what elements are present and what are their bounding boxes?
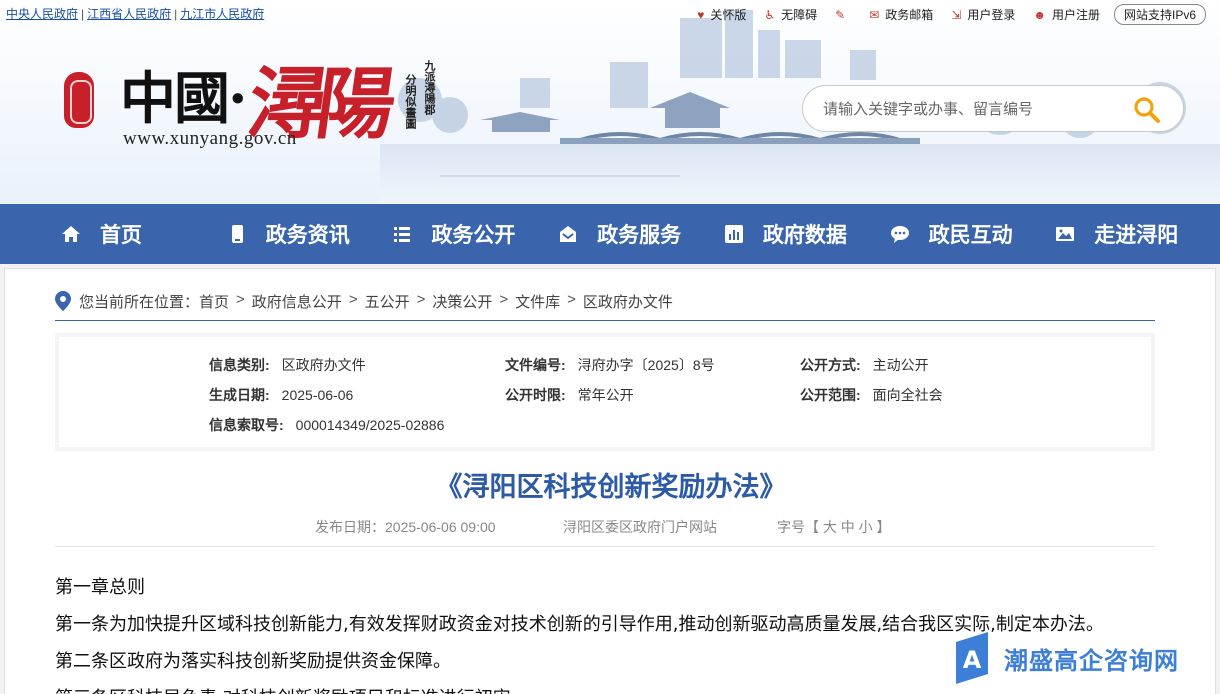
publish-source: 浔阳区委区政府门户网站 xyxy=(563,519,717,535)
breadcrumb-info-disclosure[interactable]: 政府信息公开 xyxy=(252,291,342,312)
location-pin-icon xyxy=(55,291,71,311)
wheelchair-icon: ♿ xyxy=(764,7,776,22)
nav-news-label: 政务资讯 xyxy=(265,223,350,247)
search-icon[interactable] xyxy=(1133,96,1161,124)
mailbox-label: 政务邮箱 xyxy=(885,8,934,22)
nav-disclosure[interactable]: 政务公开 xyxy=(391,204,557,264)
article-title: 《浔阳区科技创新奖励办法》 xyxy=(435,472,787,503)
breadcrumb-library[interactable]: 文件库 xyxy=(515,291,560,312)
seal-logo-icon xyxy=(64,72,94,128)
link-jiangxi-government[interactable]: 江西省人民政府 xyxy=(87,7,171,21)
meta-date: 生成日期: 2025-06-06 xyxy=(209,387,354,403)
register-label: 用户注册 xyxy=(1051,8,1100,22)
chart-icon xyxy=(724,225,743,243)
login-icon: ⇲ xyxy=(951,7,962,22)
mail-icon: ✉ xyxy=(869,7,880,22)
nav-home-label: 首页 xyxy=(100,223,142,247)
font-size-switcher[interactable]: 字号【 大 中 小 】 xyxy=(777,517,891,537)
breadcrumb-label: 您当前所在位置： xyxy=(79,294,200,311)
accessibility-button[interactable]: ♿ 无障碍 xyxy=(764,6,817,23)
motto-line-2: 分明似畫圖 xyxy=(404,74,417,129)
logo-url: www.xunyang.gov.cn xyxy=(123,128,297,149)
home-icon xyxy=(62,226,80,242)
publish-date: 发布日期：2025-06-06 09:00 xyxy=(315,519,496,535)
mailbox-button[interactable]: ✉ 政务邮箱 xyxy=(869,6,933,23)
site-header: 中央人民政府 | 江西省人民政府 | 九江市人民政府 ♥ 关怀版 ♿ 无障碍 ✎ ✉ 政… xyxy=(0,0,1220,204)
document-meta-box: 信息类别: 区政府办文件 文件编号: 浔府办字〔2025〕8号 公开方式: 主动公开 … xyxy=(55,333,1155,451)
login-button[interactable]: ⇲ 用户登录 xyxy=(951,6,1015,23)
inbox-icon xyxy=(560,226,577,242)
heart-icon: ♥ xyxy=(697,7,705,22)
link-central-government[interactable]: 中央人民政府 xyxy=(6,7,78,21)
login-label: 用户登录 xyxy=(967,8,1016,22)
nav-home[interactable]: 首页 xyxy=(60,204,226,264)
pencil-icon: ✎ xyxy=(835,7,846,22)
nav-about[interactable]: 走进浔阳 xyxy=(1054,204,1220,264)
nav-data-label: 政府数据 xyxy=(762,223,847,247)
nav-interaction[interactable]: 政民互动 xyxy=(889,204,1055,264)
meta-scope: 公开范围: 面向全社会 xyxy=(800,387,943,403)
breadcrumb-office-files[interactable]: 区政府办文件 xyxy=(583,291,673,312)
search-box xyxy=(802,85,1184,132)
watermark-text: 潮盛高企咨询网 xyxy=(1004,645,1179,675)
care-mode-label: 关怀版 xyxy=(710,8,747,22)
paragraph: 第一章总则 xyxy=(55,577,145,598)
nav-services[interactable]: 政务服务 xyxy=(557,204,723,264)
phone-icon xyxy=(231,225,243,243)
nav-interaction-label: 政民互动 xyxy=(928,223,1013,247)
logo-text-china: 中國· xyxy=(120,66,247,132)
publish-info: 发布日期：2025-06-06 09:00 浔阳区委区政府门户网站 字号【 大 … xyxy=(55,517,1155,547)
svg-text:A: A xyxy=(963,646,982,674)
ipv6-badge: 网站支持IPv6 xyxy=(1113,4,1206,25)
edit-button[interactable]: ✎ xyxy=(835,8,851,22)
user-icon: ☻ xyxy=(1033,7,1046,22)
meta-period: 公开时限: 常年公开 xyxy=(505,387,634,403)
care-mode-button[interactable]: ♥ 关怀版 xyxy=(697,6,746,23)
search-input[interactable] xyxy=(823,98,1113,120)
link-jiujiang-government[interactable]: 九江市人民政府 xyxy=(180,7,264,21)
nav-disclosure-label: 政务公开 xyxy=(431,223,516,247)
main-nav: 首页 政务资讯 政务公开 政务服务 政府数据 政民互动 走进浔阳 xyxy=(0,204,1220,264)
watermark-logo-icon: A xyxy=(956,632,988,684)
accessibility-label: 无障碍 xyxy=(781,8,818,22)
meta-docno: 文件编号: 浔府办字〔2025〕8号 xyxy=(505,357,715,373)
meta-mode: 公开方式: 主动公开 xyxy=(800,357,929,373)
motto-line-1: 九派潯陽郡 xyxy=(423,60,436,115)
nav-about-label: 走进浔阳 xyxy=(1094,223,1179,247)
meta-index: 信息索取号: 000014349/2025-02886 xyxy=(209,417,445,433)
top-toolbar: ♥ 关怀版 ♿ 无障碍 ✎ ✉ 政务邮箱 ⇲ 用户登录 ☻ 用户注册 网站支持I… xyxy=(679,4,1206,25)
watermark: A 潮盛高企咨询网 xyxy=(952,632,1179,684)
top-links: 中央人民政府 | 江西省人民政府 | 九江市人民政府 xyxy=(6,7,265,21)
content-panel: 您当前所在位置： 首页 > 政府信息公开 > 五公开 > 决策公开 > 文件库 > 区政府… xyxy=(4,268,1216,694)
nav-news[interactable]: 政务资讯 xyxy=(226,204,392,264)
chat-icon xyxy=(890,226,909,243)
breadcrumb: 您当前所在位置： 首页 > 政府信息公开 > 五公开 > 决策公开 > 文件库 > 区政府… xyxy=(55,291,1155,321)
nav-services-label: 政务服务 xyxy=(597,223,682,247)
nav-data[interactable]: 政府数据 xyxy=(723,204,889,264)
breadcrumb-home[interactable]: 首页 xyxy=(199,291,229,312)
breadcrumb-decision[interactable]: 决策公开 xyxy=(432,291,492,312)
breadcrumb-five-disclosures[interactable]: 五公开 xyxy=(365,291,410,312)
list-icon xyxy=(394,227,411,242)
register-button[interactable]: ☻ 用户注册 xyxy=(1033,6,1100,23)
meta-category: 信息类别: 区政府办文件 xyxy=(209,357,366,373)
image-icon xyxy=(1056,227,1075,241)
